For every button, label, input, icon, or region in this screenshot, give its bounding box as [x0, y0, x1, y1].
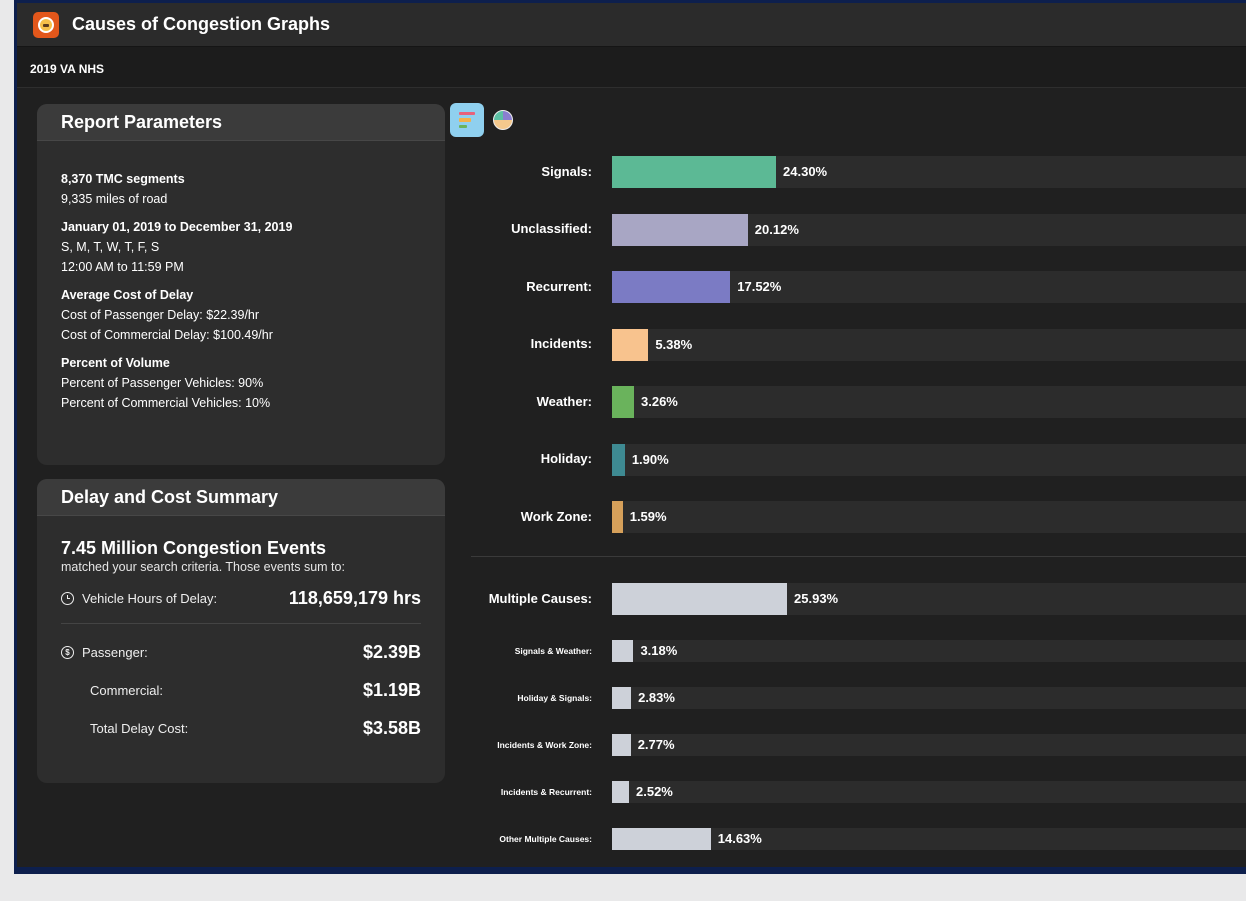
value-label-multiple-causes: 25.93% [794, 591, 839, 606]
app-logo-icon [33, 11, 59, 38]
days-of-week: S, M, T, W, T, F, S [61, 240, 160, 254]
value-label-unclassified: 20.12% [754, 221, 799, 237]
bar-track-incidents-work-zone [612, 734, 1246, 756]
bar-track-incidents-recurrent [612, 781, 1246, 803]
clock-icon [61, 592, 74, 605]
value-label-holiday: 1.90% [631, 451, 669, 467]
commercial-percent: Percent of Commercial Vehicles: 10% [61, 396, 271, 410]
value-label-recurrent: 17.52% [737, 279, 782, 294]
value-label-work-zone: 1.59% [629, 509, 667, 524]
pie-chart-toggle-button[interactable] [486, 103, 520, 137]
category-label-incidents-work-zone: Incidents & Work Zone: [497, 739, 592, 750]
delay-cost-summary-panel: Delay and Cost Summary 7.45 Million Cong… [37, 479, 445, 783]
bar-track-incidents [612, 328, 1246, 361]
total-cost-row: Total Delay Cost: $3.58B [61, 718, 421, 739]
passenger-cost: Cost of Passenger Delay: $22.39/hr [61, 308, 260, 322]
vehicle-hours-row: Vehicle Hours of Delay: 118,659,179 hrs [61, 588, 421, 609]
time-range: 12:00 AM to 11:59 PM [61, 260, 184, 274]
bar-holiday[interactable] [612, 443, 625, 476]
category-label-unclassified: Unclassified: [511, 221, 592, 237]
value-label-incidents-work-zone: 2.77% [637, 737, 675, 752]
bar-recurrent[interactable] [612, 271, 731, 303]
delay-cost-summary-heading: Delay and Cost Summary [37, 479, 445, 516]
app-frame: Causes of Congestion Graphs 2019 VA NHS … [14, 0, 1246, 874]
report-parameters-panel: Report Parameters 8,370 TMC segments 9,3… [37, 104, 445, 465]
page-title: Causes of Congestion Graphs [72, 14, 331, 34]
category-label-recurrent: Recurrent: [526, 278, 592, 294]
bar-multiple-causes[interactable] [612, 583, 788, 615]
chart-type-toggle [450, 103, 522, 137]
category-label-incidents-recurrent: Incidents & Recurrent: [500, 786, 592, 797]
cost-heading: Average Cost of Delay [61, 288, 194, 302]
pie-chart-icon [493, 110, 513, 130]
passenger-value: $2.39B [362, 642, 421, 662]
category-label-multiple-causes: Multiple Causes: [488, 590, 592, 606]
bar-unclassified[interactable] [612, 213, 748, 246]
bar-work-zone[interactable] [612, 501, 623, 533]
bar-other-multiple-causes[interactable] [612, 828, 711, 850]
bar-track-weather [612, 386, 1246, 418]
commercial-value: $1.19B [362, 680, 421, 700]
bar-incidents[interactable] [612, 328, 649, 361]
bar-holiday-signals[interactable] [612, 687, 632, 709]
value-label-other-multiple-causes: 14.63% [717, 831, 762, 846]
events-subtitle: matched your search criteria. Those even… [61, 560, 345, 574]
app-window: Causes of Congestion Graphs 2019 VA NHS … [17, 3, 1246, 867]
vehicle-hours-label: Vehicle Hours of Delay: [82, 591, 218, 606]
total-cost-label: Total Delay Cost: [90, 721, 189, 736]
value-label-holiday-signals: 2.83% [638, 690, 675, 705]
category-label-incidents: Incidents: [530, 336, 592, 352]
commercial-label: Commercial: [90, 683, 163, 698]
bar-weather[interactable] [612, 386, 634, 418]
bar-track-holiday [612, 443, 1246, 476]
title-bar: Causes of Congestion Graphs [17, 3, 1246, 47]
category-label-work-zone: Work Zone: [520, 508, 592, 524]
bar-track-work-zone [612, 501, 1246, 533]
causes-bar-chart: Signals: 24.30% Unclassified: 20.12% Recurre… [468, 143, 1246, 863]
report-parameters-heading: Report Parameters [37, 104, 445, 141]
category-label-signals-weather: Signals & Weather: [514, 645, 592, 656]
bar-incidents-recurrent[interactable] [612, 781, 629, 803]
category-label-weather: Weather: [536, 393, 592, 409]
dollar-icon: $ [61, 646, 74, 659]
date-range: January 01, 2019 to December 31, 2019 [61, 220, 293, 234]
bar-incidents-work-zone[interactable] [612, 734, 631, 756]
bar-signals[interactable] [612, 156, 777, 188]
sub-header: 2019 VA NHS [17, 47, 1246, 88]
commercial-cost: Cost of Commercial Delay: $100.49/hr [61, 328, 273, 342]
value-label-weather: 3.26% [641, 394, 678, 409]
total-cost-value: $3.58B [362, 718, 421, 738]
miles-of-road: 9,335 miles of road [61, 192, 168, 206]
dataset-label: 2019 VA NHS [30, 62, 105, 76]
passenger-percent: Percent of Passenger Vehicles: 90% [61, 376, 264, 390]
passenger-label: Passenger: [82, 645, 148, 660]
volume-heading: Percent of Volume [61, 356, 170, 370]
bar-chart-toggle-button[interactable] [450, 103, 484, 137]
value-label-incidents: 5.38% [655, 336, 693, 352]
bar-chart-icon [459, 111, 475, 129]
value-label-signals-weather: 3.18% [640, 643, 678, 658]
category-label-holiday: Holiday: [540, 451, 592, 467]
segments-count: 8,370 TMC segments [61, 172, 185, 186]
commercial-row: Commercial: $1.19B [61, 680, 421, 701]
passenger-row: $ Passenger: $2.39B [61, 642, 421, 663]
bar-track-signals-weather [612, 640, 1246, 662]
bar-signals-weather[interactable] [612, 640, 634, 662]
category-label-holiday-signals: Holiday & Signals: [517, 692, 592, 703]
summary-divider [61, 623, 421, 624]
value-label-signals: 24.30% [783, 164, 828, 179]
bar-track-holiday-signals [612, 687, 1246, 709]
category-label-signals: Signals: [541, 163, 592, 179]
vehicle-hours-value: 118,659,179 hrs [288, 588, 421, 608]
value-label-incidents-recurrent: 2.52% [636, 784, 673, 799]
chart-group-divider [471, 556, 1246, 557]
category-label-other-multiple-causes: Other Multiple Causes: [499, 833, 592, 844]
events-title: 7.45 Million Congestion Events [61, 538, 327, 558]
